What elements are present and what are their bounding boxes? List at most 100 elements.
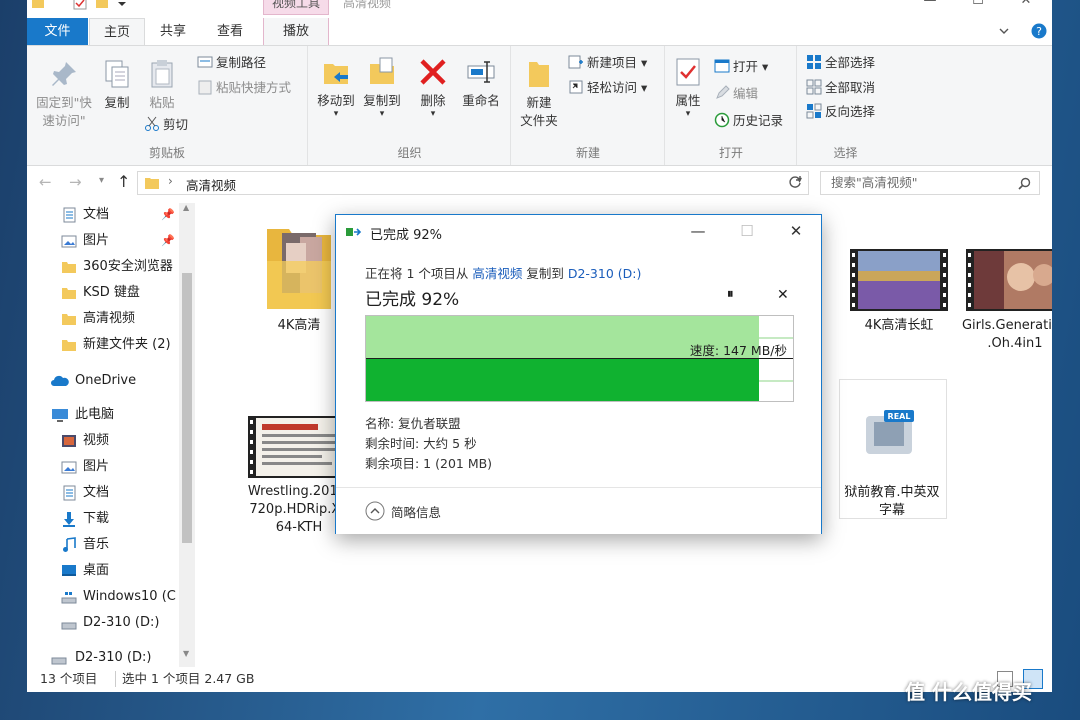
nav-pc-videos[interactable]: 视频 bbox=[27, 429, 177, 453]
maximize-button[interactable]: ☐ bbox=[955, 0, 1001, 12]
nav-onedrive[interactable]: OneDrive bbox=[27, 369, 177, 393]
copy-path-button[interactable]: 复制路径 bbox=[197, 54, 266, 72]
nav-label: 新建文件夹 (2) bbox=[83, 337, 171, 352]
nav-quick-documents[interactable]: 文档 📌 bbox=[27, 203, 177, 227]
nav-quick-new-folder-2[interactable]: 新建文件夹 (2) bbox=[27, 333, 177, 357]
refresh-icon[interactable] bbox=[788, 175, 802, 189]
select-all-button[interactable]: 全部选择 bbox=[806, 54, 875, 72]
nav-quick-360-browser[interactable]: 360安全浏览器 bbox=[27, 255, 177, 279]
nav-label: D2-310 (D:) bbox=[83, 615, 160, 630]
new-item-button[interactable]: 新建项目 ▾ bbox=[568, 54, 647, 72]
file-item[interactable]: 4K高清长虹 bbox=[844, 249, 954, 339]
nav-pc-music[interactable]: 音乐 bbox=[27, 533, 177, 557]
folder-icon bbox=[62, 314, 76, 325]
address-bar[interactable]: › 高清视频 ▾ bbox=[137, 171, 809, 195]
pause-button[interactable]: ⏸ bbox=[727, 287, 734, 302]
tab-file[interactable]: 文件 bbox=[27, 18, 88, 45]
nav-pc-drive-d[interactable]: D2-310 (D:) bbox=[27, 611, 177, 635]
minimize-button[interactable]: — bbox=[907, 0, 953, 12]
new-folder-label-1: 新建 bbox=[526, 95, 552, 110]
back-arrow-icon[interactable]: ← bbox=[39, 173, 52, 191]
move-to-button[interactable]: 移动到 ▾ bbox=[313, 56, 359, 119]
delete-button[interactable]: 删除 ▾ bbox=[413, 56, 453, 119]
nav-pc-desktop[interactable]: 桌面 bbox=[27, 559, 177, 583]
breadcrumb-current[interactable]: 高清视频 bbox=[186, 175, 236, 194]
file-item[interactable]: REAL 狱前教育.中英双 字幕 bbox=[839, 379, 947, 519]
dialog-minimize-button[interactable]: — bbox=[678, 218, 718, 244]
ribbon-tab-bar: 文件 主页 共享 查看 播放 ? bbox=[27, 18, 1052, 46]
address-row: ← → ▾ ↑ › 高清视频 ▾ 搜索"高清视频" bbox=[27, 167, 1052, 199]
tab-home[interactable]: 主页 bbox=[89, 18, 145, 46]
invert-selection-button[interactable]: 反向选择 bbox=[806, 103, 875, 121]
nav-quick-pictures[interactable]: 图片 📌 bbox=[27, 229, 177, 253]
copy-button[interactable]: 复制 bbox=[97, 58, 137, 112]
chevron-up-icon bbox=[365, 501, 385, 521]
file-name-info: 名称: 复仇者联盟 bbox=[365, 416, 461, 431]
nav-label: 文档 bbox=[83, 485, 110, 500]
copy-description: 正在将 1 个项目从 高清视频 复制到 D2-310 (D:) bbox=[365, 263, 641, 282]
close-button[interactable]: ✕ bbox=[1003, 0, 1049, 12]
search-input[interactable]: 搜索"高清视频" bbox=[820, 171, 1040, 195]
pin-quick-access-button[interactable]: 固定到"快 速访问" bbox=[31, 58, 97, 130]
nav-pc-drive-c[interactable]: Windows10 (C: bbox=[27, 585, 177, 609]
scroll-up-icon[interactable]: ▲ bbox=[183, 203, 189, 212]
nav-pc-downloads[interactable]: 下载 bbox=[27, 507, 177, 531]
folder-icon bbox=[145, 178, 159, 189]
new-folder-quick-icon[interactable] bbox=[95, 0, 109, 10]
folder-icon bbox=[32, 0, 44, 8]
paste-button[interactable]: 粘贴 bbox=[142, 58, 182, 112]
new-folder-button[interactable]: 新建 文件夹 bbox=[516, 58, 562, 130]
pictures-icon bbox=[61, 461, 77, 474]
history-label: 历史记录 bbox=[733, 113, 784, 128]
nav-label: 图片 bbox=[83, 233, 110, 248]
select-all-label: 全部选择 bbox=[825, 55, 876, 70]
cancel-copy-button[interactable]: ✕ bbox=[777, 287, 789, 303]
properties-button[interactable]: 属性 ▾ bbox=[670, 56, 706, 119]
tab-share[interactable]: 共享 bbox=[147, 18, 199, 45]
help-icon[interactable]: ? bbox=[1031, 23, 1047, 39]
edit-button[interactable]: 编辑 bbox=[714, 85, 758, 103]
forward-arrow-icon[interactable]: → bbox=[69, 173, 82, 191]
copy-path-icon bbox=[197, 56, 213, 68]
open-button[interactable]: 打开 ▾ bbox=[714, 58, 768, 76]
status-bar: 13 个项目 选中 1 个项目 2.47 GB bbox=[27, 667, 1052, 692]
copy-to-button[interactable]: 复制到 ▾ bbox=[359, 56, 405, 119]
scroll-thumb[interactable] bbox=[182, 273, 192, 543]
nav-quick-hd-video[interactable]: 高清视频 bbox=[27, 307, 177, 331]
source-folder-link[interactable]: 高清视频 bbox=[472, 266, 522, 281]
rename-button[interactable]: 重命名 bbox=[457, 56, 505, 110]
nav-quick-ksd[interactable]: KSD 键盘 bbox=[27, 281, 177, 305]
computer-icon bbox=[52, 409, 68, 422]
file-name: 狱前教育.中英双 字幕 bbox=[844, 485, 940, 518]
tab-view[interactable]: 查看 bbox=[204, 18, 256, 45]
up-arrow-icon[interactable]: ↑ bbox=[117, 172, 130, 191]
music-note-icon bbox=[63, 537, 76, 552]
select-none-button[interactable]: 全部取消 bbox=[806, 79, 875, 97]
new-folder-icon bbox=[529, 62, 549, 87]
cut-label: 剪切 bbox=[163, 117, 189, 132]
paste-shortcut-button[interactable]: 粘贴快捷方式 bbox=[197, 79, 291, 97]
nav-this-pc[interactable]: 此电脑 bbox=[27, 403, 177, 427]
recent-locations-icon[interactable]: ▾ bbox=[99, 175, 104, 186]
collapse-ribbon-icon[interactable] bbox=[997, 24, 1011, 38]
easy-access-button[interactable]: 轻松访问 ▾ bbox=[568, 79, 647, 97]
cut-button[interactable]: 剪切 bbox=[144, 116, 188, 134]
clipboard-group-label: 剪贴板 bbox=[148, 146, 185, 160]
dialog-close-button[interactable]: ✕ bbox=[776, 218, 816, 244]
new-group-label: 新建 bbox=[575, 146, 600, 160]
properties-quick-icon[interactable] bbox=[73, 0, 87, 10]
properties-icon bbox=[676, 58, 700, 86]
svg-text:REAL: REAL bbox=[888, 412, 911, 421]
file-item[interactable]: Girls.Generation .Oh.4in1 bbox=[960, 249, 1052, 359]
tab-play[interactable]: 播放 bbox=[263, 18, 329, 45]
nav-label: 视频 bbox=[83, 433, 110, 448]
nav-pc-documents[interactable]: 文档 bbox=[27, 481, 177, 505]
scroll-down-icon[interactable]: ▼ bbox=[183, 649, 189, 658]
customize-quick-access-icon[interactable] bbox=[115, 0, 129, 10]
nav-pc-pictures[interactable]: 图片 bbox=[27, 455, 177, 479]
destination-drive-link[interactable]: D2-310 (D:) bbox=[568, 266, 642, 281]
transfer-speed-graph: 速度: 147 MB/秒 bbox=[365, 315, 794, 402]
nav-scrollbar[interactable]: ▲ ▼ bbox=[179, 203, 195, 667]
history-button[interactable]: 历史记录 bbox=[714, 112, 783, 130]
pinned-icon: 📌 bbox=[161, 234, 175, 247]
